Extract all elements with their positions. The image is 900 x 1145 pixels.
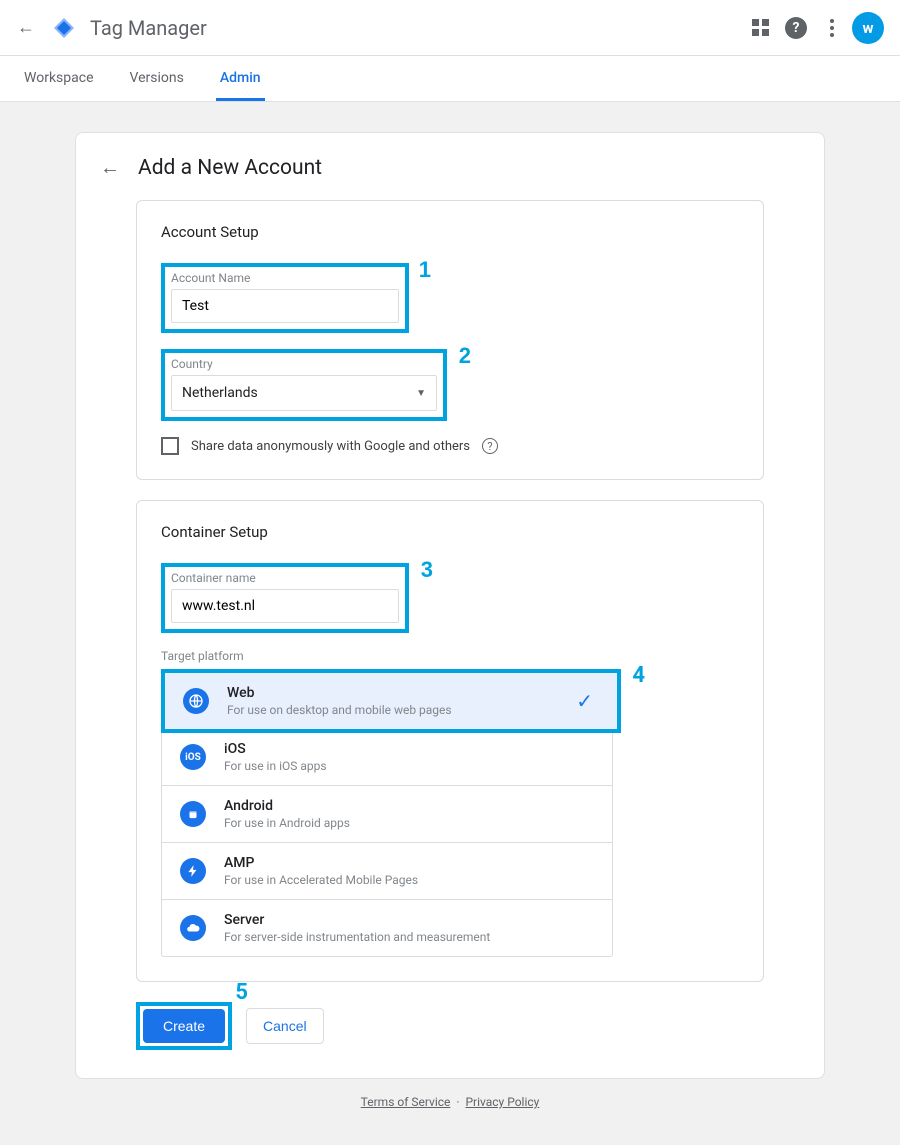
terms-link[interactable]: Terms of Service — [361, 1095, 451, 1109]
globe-icon — [183, 688, 209, 714]
platform-amp[interactable]: AMP For use in Accelerated Mobile Pages — [162, 843, 612, 900]
country-label: Country — [171, 357, 437, 371]
target-platform-label: Target platform — [161, 649, 739, 663]
platform-list: iOS iOS For use in iOS apps Android For … — [161, 729, 613, 957]
page-title: Add a New Account — [138, 156, 322, 180]
country-select[interactable]: Netherlands ▼ — [171, 375, 437, 411]
tab-workspace[interactable]: Workspace — [20, 56, 98, 101]
account-setup-section: Account Setup 1 Account Name 2 Country N… — [136, 200, 764, 480]
annotation-3: 3 Container name — [161, 563, 409, 633]
platform-web[interactable]: Web For use on desktop and mobile web pa… — [165, 673, 617, 729]
more-menu-icon[interactable] — [814, 10, 850, 46]
container-setup-section: Container Setup 3 Container name Target … — [136, 500, 764, 982]
tab-admin[interactable]: Admin — [216, 56, 265, 101]
primary-tabs: Workspace Versions Admin — [0, 56, 900, 102]
account-name-label: Account Name — [171, 271, 399, 285]
cloud-icon — [180, 915, 206, 941]
platform-android[interactable]: Android For use in Android apps — [162, 786, 612, 843]
account-avatar[interactable]: w — [850, 10, 886, 46]
android-icon — [180, 801, 206, 827]
app-title: Tag Manager — [90, 16, 207, 40]
annotation-2: 2 Country Netherlands ▼ — [161, 349, 447, 421]
platform-name: Web — [227, 685, 452, 701]
platform-server[interactable]: Server For server-side instrumentation a… — [162, 900, 612, 956]
container-name-input[interactable] — [171, 589, 399, 623]
bolt-icon — [180, 858, 206, 884]
apps-icon[interactable] — [742, 10, 778, 46]
share-data-checkbox[interactable] — [161, 437, 179, 455]
cancel-button[interactable]: Cancel — [246, 1008, 324, 1044]
container-setup-heading: Container Setup — [161, 523, 739, 541]
card-back-arrow-icon[interactable]: ← — [100, 155, 120, 180]
tag-manager-logo-icon — [52, 16, 76, 40]
annotation-1: 1 Account Name — [161, 263, 409, 333]
platform-desc: For use on desktop and mobile web pages — [227, 703, 452, 717]
create-button[interactable]: Create — [143, 1009, 225, 1043]
page-body: ← Add a New Account Account Setup 1 Acco… — [0, 102, 900, 1145]
account-name-input[interactable] — [171, 289, 399, 323]
country-value: Netherlands — [182, 385, 258, 401]
top-app-bar: ← Tag Manager ? w — [0, 0, 900, 56]
back-arrow-icon[interactable]: ← — [14, 17, 38, 38]
add-account-card: ← Add a New Account Account Setup 1 Acco… — [75, 132, 825, 1079]
account-setup-heading: Account Setup — [161, 223, 739, 241]
help-icon[interactable]: ? — [778, 10, 814, 46]
share-data-label: Share data anonymously with Google and o… — [191, 439, 470, 454]
annotation-5: 5 Create — [136, 1002, 232, 1050]
page-footer: Terms of Service · Privacy Policy — [0, 1079, 900, 1125]
privacy-link[interactable]: Privacy Policy — [465, 1095, 539, 1109]
platform-ios[interactable]: iOS iOS For use in iOS apps — [162, 729, 612, 786]
container-name-label: Container name — [171, 571, 399, 585]
tab-versions[interactable]: Versions — [126, 56, 188, 101]
check-icon: ✓ — [576, 689, 599, 713]
ios-icon: iOS — [180, 744, 206, 770]
annotation-4: 4 Web For use on desktop and mobile web … — [161, 669, 621, 733]
action-buttons: 5 Create Cancel — [136, 1002, 764, 1050]
chevron-down-icon: ▼ — [416, 388, 426, 399]
share-help-icon[interactable]: ? — [482, 438, 498, 454]
